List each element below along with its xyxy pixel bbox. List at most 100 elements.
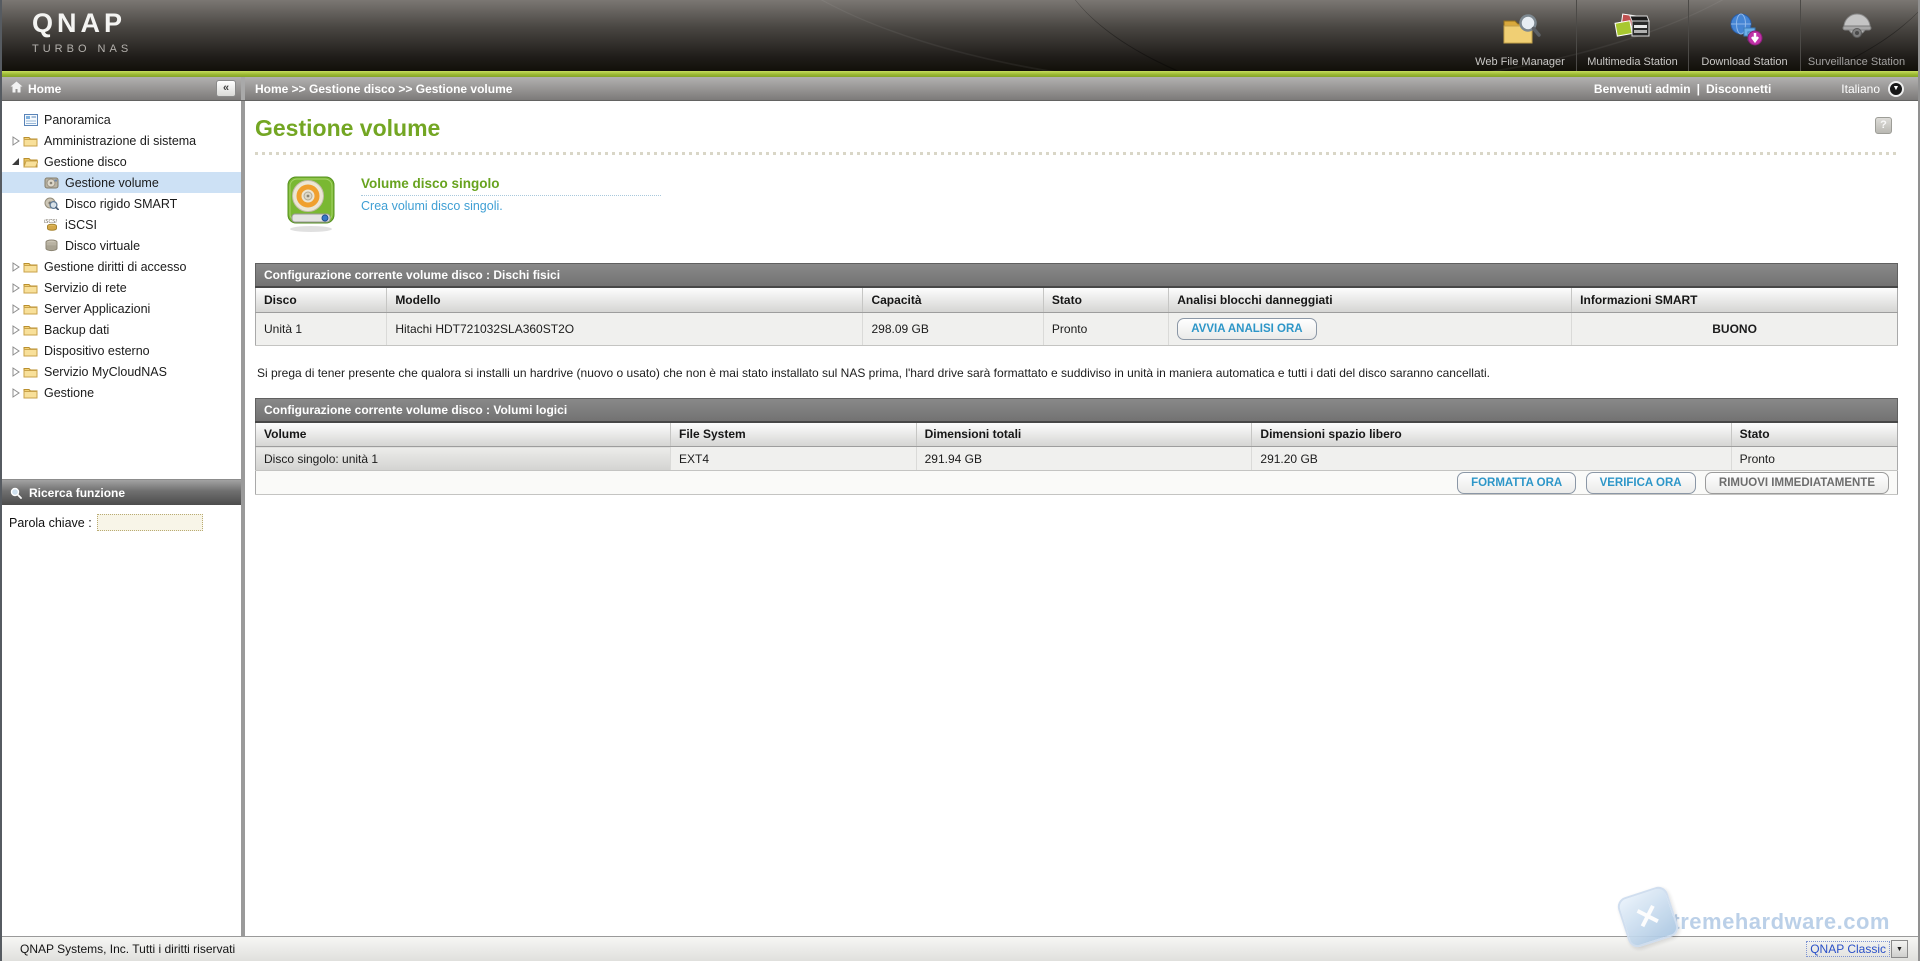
sidebar-item-label: Server Applicazioni xyxy=(44,302,150,316)
sidebar-item-backup-dati[interactable]: Backup dati xyxy=(2,319,241,340)
app-launcher: Web File Manager Multimedia Station xyxy=(1464,0,1912,71)
physical-disks-title: Configurazione corrente volume disco : D… xyxy=(255,263,1898,286)
multimedia-station-icon xyxy=(1612,11,1654,54)
sidebar-item-label: iSCSI xyxy=(65,218,97,232)
sidebar-item-server-applicazioni[interactable]: Server Applicazioni xyxy=(2,298,241,319)
filesystem-cell: EXT4 xyxy=(671,447,917,471)
logical-volumes-title: Configurazione corrente volume disco : V… xyxy=(255,398,1898,421)
create-single-volume-link[interactable]: Crea volumi disco singoli. xyxy=(361,199,661,213)
iscsi-icon: iSCSI xyxy=(43,218,60,231)
sidebar-header: Home « xyxy=(2,77,245,100)
folder-open-icon xyxy=(22,156,39,168)
folder-icon xyxy=(22,135,39,147)
folder-icon xyxy=(22,282,39,294)
logout-link[interactable]: Disconnetti xyxy=(1706,82,1771,96)
page-title: Gestione volume xyxy=(255,115,1875,141)
logical-volumes-table: Volume File System Dimensioni totali Dim… xyxy=(255,421,1898,496)
column-header: Dimensioni spazio libero xyxy=(1252,422,1731,447)
sidebar-item-label: Gestione disco xyxy=(44,155,127,169)
single-disk-volume-feature: Volume disco singolo Crea volumi disco s… xyxy=(283,171,1898,233)
status-cell: Pronto xyxy=(1731,447,1897,471)
body-row: Panoramica Amministrazione di sistema xyxy=(2,101,1918,936)
expander-collapsed-icon[interactable] xyxy=(9,346,22,356)
sidebar-item-label: Gestione diritti di accesso xyxy=(44,260,186,274)
physical-disks-section: Configurazione corrente volume disco : D… xyxy=(255,263,1898,346)
function-search-title: Ricerca funzione xyxy=(29,486,125,500)
user-area: Benvenuti admin|Disconnetti xyxy=(1594,82,1771,96)
separator: | xyxy=(1697,82,1700,96)
expander-collapsed-icon[interactable] xyxy=(9,283,22,293)
expander-collapsed-icon[interactable] xyxy=(9,262,22,272)
expander-collapsed-icon[interactable] xyxy=(9,388,22,398)
expander-collapsed-icon[interactable] xyxy=(9,367,22,377)
breadcrumb-path[interactable]: Home >> Gestione disco >> Gestione volum… xyxy=(255,82,1594,96)
breadcrumb-bar: Home « Home >> Gestione disco >> Gestion… xyxy=(2,77,1918,101)
sidebar-item-panoramica[interactable]: Panoramica xyxy=(2,109,241,130)
search-icon xyxy=(10,487,22,499)
sidebar-collapse-button[interactable]: « xyxy=(216,80,236,97)
check-now-button[interactable]: VERIFICA ORA xyxy=(1586,472,1696,494)
expander-collapsed-icon[interactable] xyxy=(9,304,22,314)
multimedia-station-button[interactable]: Multimedia Station xyxy=(1576,0,1688,71)
qnap-logo: QNAP TURBO NAS xyxy=(32,8,132,55)
folder-icon xyxy=(22,261,39,273)
folder-icon xyxy=(22,366,39,378)
sidebar-item-label: Gestione xyxy=(44,386,94,400)
web-file-manager-icon xyxy=(1499,11,1541,54)
column-header: Disco xyxy=(256,287,387,312)
function-search-header: Ricerca funzione xyxy=(2,479,241,505)
language-selector[interactable]: Italiano ▼ xyxy=(1841,81,1904,97)
volume-cell: Disco singolo: unità 1 xyxy=(256,447,671,471)
keyword-input[interactable] xyxy=(97,514,203,531)
copyright-text: QNAP Systems, Inc. Tutti i diritti riser… xyxy=(20,942,235,956)
column-header: Dimensioni totali xyxy=(916,422,1252,447)
sidebar-item-iscsi[interactable]: iSCSI iSCSI xyxy=(2,214,241,235)
expander-collapsed-icon[interactable] xyxy=(9,136,22,146)
column-header: Capacità xyxy=(863,287,1043,312)
single-disk-volume-icon xyxy=(283,171,339,233)
sidebar-title: Home xyxy=(28,82,216,96)
app-label: Web File Manager xyxy=(1475,56,1565,68)
surveillance-station-button[interactable]: Surveillance Station xyxy=(1800,0,1912,71)
help-button[interactable]: ? xyxy=(1875,117,1892,134)
web-file-manager-button[interactable]: Web File Manager xyxy=(1464,0,1576,71)
sidebar-item-servizio-di-rete[interactable]: Servizio di rete xyxy=(2,277,241,298)
sidebar-item-label: Amministrazione di sistema xyxy=(44,134,196,148)
sidebar-item-gestione-volume[interactable]: Gestione volume xyxy=(2,172,241,193)
column-header: Informazioni SMART xyxy=(1572,287,1898,312)
sidebar-item-label: Disco virtuale xyxy=(65,239,140,253)
download-station-button[interactable]: Download Station xyxy=(1688,0,1800,71)
feature-title: Volume disco singolo xyxy=(361,176,661,196)
column-header: Modello xyxy=(387,287,863,312)
capacity-cell: 298.09 GB xyxy=(863,312,1043,345)
start-scan-button[interactable]: AVVIA ANALISI ORA xyxy=(1177,318,1316,340)
xtremehardware-watermark: ✕ xtremehardware.com xyxy=(1622,891,1890,953)
sidebar-item-disco-virtuale[interactable]: Disco virtuale xyxy=(2,235,241,256)
virtual-disk-icon xyxy=(43,239,60,252)
sidebar-item-amministrazione-di-sistema[interactable]: Amministrazione di sistema xyxy=(2,130,241,151)
xtremehardware-logo-icon: ✕ xyxy=(1615,884,1681,950)
smart-icon xyxy=(43,197,60,210)
volume-icon xyxy=(43,176,60,189)
column-header: File System xyxy=(671,422,917,447)
sidebar-item-disco-rigido-smart[interactable]: Disco rigido SMART xyxy=(2,193,241,214)
sidebar-item-gestione-diritti-di-accesso[interactable]: Gestione diritti di accesso xyxy=(2,256,241,277)
sidebar-item-servizio-mycloudnas[interactable]: Servizio MyCloudNAS xyxy=(2,361,241,382)
sidebar-item-dispositivo-esterno[interactable]: Dispositivo esterno xyxy=(2,340,241,361)
app-label: Download Station xyxy=(1701,56,1787,68)
keyword-label: Parola chiave : xyxy=(9,516,92,530)
free-size-cell: 291.20 GB xyxy=(1252,447,1731,471)
format-warning-note: Si prega di tener presente che qualora s… xyxy=(257,366,1898,380)
sidebar-item-gestione[interactable]: Gestione xyxy=(2,382,241,403)
expander-expanded-icon[interactable] xyxy=(9,157,22,166)
remove-immediately-button[interactable]: RIMUOVI IMMEDIATAMENTE xyxy=(1705,472,1889,494)
model-cell: Hitachi HDT721032SLA360ST2O xyxy=(387,312,863,345)
expander-collapsed-icon[interactable] xyxy=(9,325,22,335)
column-header: Stato xyxy=(1731,422,1897,447)
sidebar-item-gestione-disco[interactable]: Gestione disco xyxy=(2,151,241,172)
navigation-tree: Panoramica Amministrazione di sistema xyxy=(2,101,241,403)
qnap-admin-page: QNAP TURBO NAS Web File Manager xyxy=(0,0,1920,961)
smart-status: BUONO xyxy=(1572,312,1898,345)
format-now-button[interactable]: FORMATTA ORA xyxy=(1457,472,1576,494)
qnap-logo-text: QNAP xyxy=(32,8,132,39)
